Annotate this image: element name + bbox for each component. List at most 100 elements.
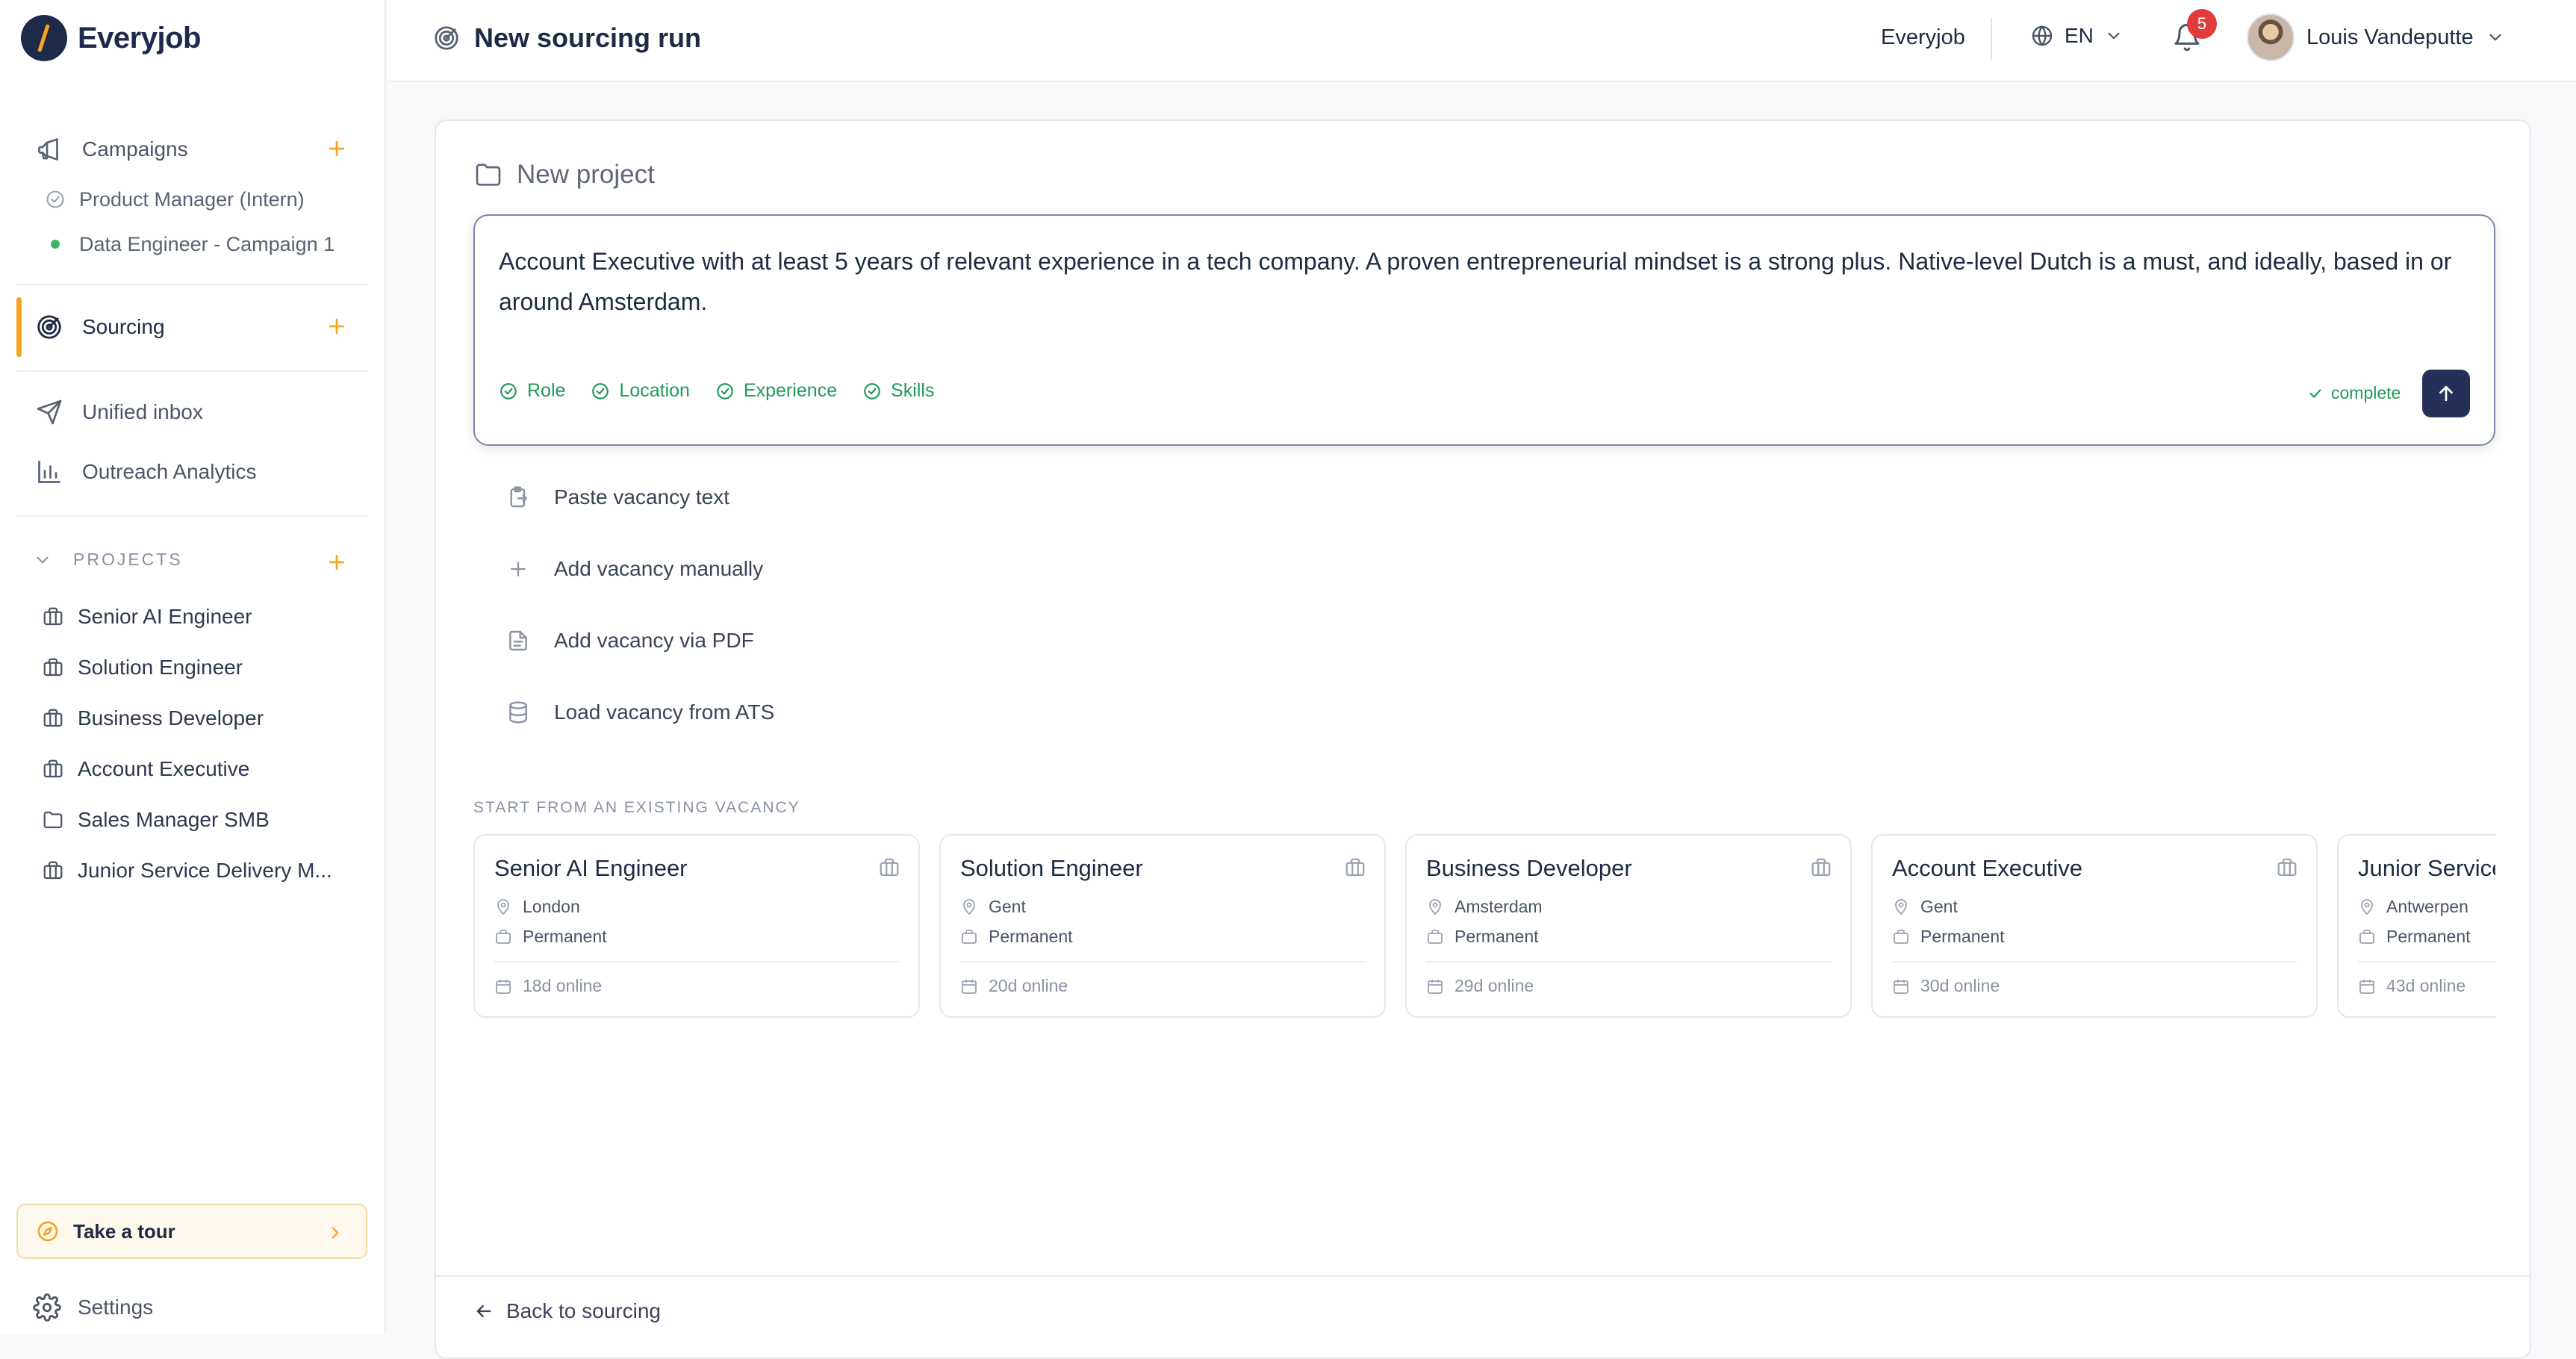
vacancy-card[interactable]: Junior Service Delivery Manager Antwerpe… — [2337, 834, 2495, 1018]
vacancy-prompt-input[interactable]: Account Executive with at least 5 years … — [499, 241, 2470, 322]
criteria-chips: Role Location Experience Skills — [499, 380, 934, 402]
arrow-up-icon — [2435, 382, 2457, 405]
map-pin-icon — [1426, 898, 1444, 916]
criteria-chip-role: Role — [499, 380, 565, 402]
page-title-text: New sourcing run — [474, 22, 702, 53]
gear-icon — [33, 1293, 61, 1322]
project-item[interactable]: Junior Service Delivery M... — [42, 853, 332, 889]
chevron-down-icon — [2104, 26, 2124, 46]
organization-switcher[interactable]: Everyjob — [1881, 25, 1965, 50]
user-name: Louis Vandeputte — [2306, 25, 2474, 49]
sidebar: Everyjob Campaigns Product Manager (Inte… — [0, 0, 386, 1334]
vacancy-online-duration: 30d online — [1920, 976, 2000, 995]
add-vacancy-via-pdf-option[interactable]: Add vacancy via PDF — [503, 618, 754, 663]
criteria-chip-label: Role — [527, 380, 566, 401]
sidebar-item-settings[interactable]: Settings — [33, 1289, 153, 1326]
globe-icon — [2030, 24, 2054, 48]
vacancy-location: Antwerpen — [2386, 897, 2468, 916]
calendar-icon — [494, 977, 512, 995]
sidebar-item-campaigns[interactable]: Campaigns — [16, 125, 367, 173]
option-label: Paste vacancy text — [554, 485, 730, 509]
page-title: New sourcing run — [432, 22, 701, 54]
vacancy-location: Gent — [989, 897, 1026, 916]
load-vacancy-from-ats-option[interactable]: Load vacancy from ATS — [503, 690, 774, 735]
user-menu[interactable]: Louis Vandeputte — [2247, 13, 2505, 61]
vacancy-title: Account Executive — [1892, 855, 2083, 881]
briefcase-icon — [42, 859, 64, 882]
vacancy-online-duration: 43d online — [2386, 976, 2466, 995]
vacancy-card[interactable]: Senior AI Engineer London Permanent 18d … — [473, 834, 920, 1018]
vacancy-contract-type: Permanent — [1920, 927, 2005, 946]
check-circle-icon — [862, 382, 882, 401]
add-campaign-button[interactable] — [326, 137, 348, 160]
file-icon — [503, 629, 533, 653]
divider — [1892, 961, 2297, 963]
divider — [960, 961, 1365, 963]
language-value: EN — [2065, 24, 2094, 47]
briefcase-icon — [1810, 856, 1832, 879]
campaign-item[interactable]: Data Engineer - Campaign 1 — [45, 228, 335, 261]
bar-chart-icon — [33, 458, 66, 485]
project-heading[interactable]: New project — [473, 160, 655, 190]
vacancy-contract-type: Permanent — [523, 927, 607, 946]
campaign-item-label: Product Manager (Intern) — [79, 187, 305, 211]
divider — [16, 284, 367, 285]
project-item[interactable]: Solution Engineer — [42, 650, 243, 685]
divider — [436, 1275, 2530, 1277]
map-pin-icon — [960, 898, 978, 916]
logo[interactable]: Everyjob — [21, 15, 201, 61]
vacancy-online-duration: 18d online — [523, 976, 603, 995]
language-selector[interactable]: EN — [2030, 24, 2124, 48]
add-sourcing-button[interactable] — [326, 315, 348, 338]
folder-icon — [473, 160, 503, 190]
map-pin-icon — [2358, 898, 2376, 916]
project-item[interactable]: Senior AI Engineer — [42, 599, 252, 635]
briefcase-icon — [42, 707, 64, 730]
vacancy-prompt-box[interactable]: Account Executive with at least 5 years … — [473, 214, 2495, 446]
add-project-button[interactable] — [326, 551, 348, 573]
vacancy-contract-type: Permanent — [2386, 927, 2471, 946]
add-vacancy-manually-option[interactable]: Add vacancy manually — [503, 547, 763, 591]
criteria-chip-label: Experience — [743, 380, 838, 401]
divider — [2358, 961, 2495, 963]
plus-icon — [503, 558, 533, 580]
sidebar-item-sourcing[interactable]: Sourcing — [16, 303, 367, 351]
radar-icon — [432, 24, 461, 52]
sidebar-item-outreach-analytics[interactable]: Outreach Analytics — [16, 448, 367, 496]
submit-button[interactable] — [2422, 370, 2470, 417]
topbar: New sourcing run Everyjob EN 5 Louis Van… — [388, 0, 2576, 82]
status-dot-icon — [45, 240, 66, 249]
paste-vacancy-text-option[interactable]: Paste vacancy text — [503, 475, 729, 520]
vacancy-contract-type: Permanent — [989, 927, 1073, 946]
criteria-chip-skills: Skills — [862, 380, 934, 402]
logo-mark-icon — [21, 15, 67, 61]
calendar-icon — [2358, 977, 2376, 995]
briefcase-icon — [878, 856, 900, 879]
project-item[interactable]: Business Developer — [42, 700, 264, 736]
vacancy-location: London — [523, 897, 580, 916]
vacancy-card[interactable]: Solution Engineer Gent Permanent 20d onl… — [939, 834, 1386, 1018]
projects-header[interactable]: PROJECTS — [33, 550, 183, 570]
briefcase-icon — [1344, 856, 1366, 879]
notification-badge: 5 — [2187, 9, 2217, 39]
vacancy-card[interactable]: Business Developer Amsterdam Permanent 2… — [1405, 834, 1852, 1018]
calendar-icon — [1426, 977, 1444, 995]
sidebar-item-label: Campaigns — [82, 137, 188, 161]
briefcase-icon — [42, 606, 64, 628]
briefcase-icon — [1892, 928, 1910, 946]
project-item-label: Junior Service Delivery M... — [78, 859, 332, 882]
vacancy-title: Business Developer — [1426, 855, 1632, 881]
take-a-tour-button[interactable]: Take a tour — [16, 1204, 367, 1259]
new-project-card: New project Account Executive with at le… — [435, 119, 2531, 1359]
campaign-item[interactable]: Product Manager (Intern) — [45, 183, 305, 216]
project-item[interactable]: Account Executive — [42, 751, 249, 787]
back-to-sourcing-link[interactable]: Back to sourcing — [473, 1299, 661, 1323]
sidebar-item-unified-inbox[interactable]: Unified inbox — [16, 388, 367, 436]
option-label: Load vacancy from ATS — [554, 700, 775, 724]
chevron-down-icon[interactable] — [33, 550, 52, 570]
project-item-label: Business Developer — [78, 706, 264, 730]
vacancy-card[interactable]: Account Executive Gent Permanent 30d onl… — [1871, 834, 2318, 1018]
project-item-label: Sales Manager SMB — [78, 808, 270, 831]
project-item-label: Senior AI Engineer — [78, 605, 252, 628]
project-item[interactable]: Sales Manager SMB — [42, 802, 270, 838]
